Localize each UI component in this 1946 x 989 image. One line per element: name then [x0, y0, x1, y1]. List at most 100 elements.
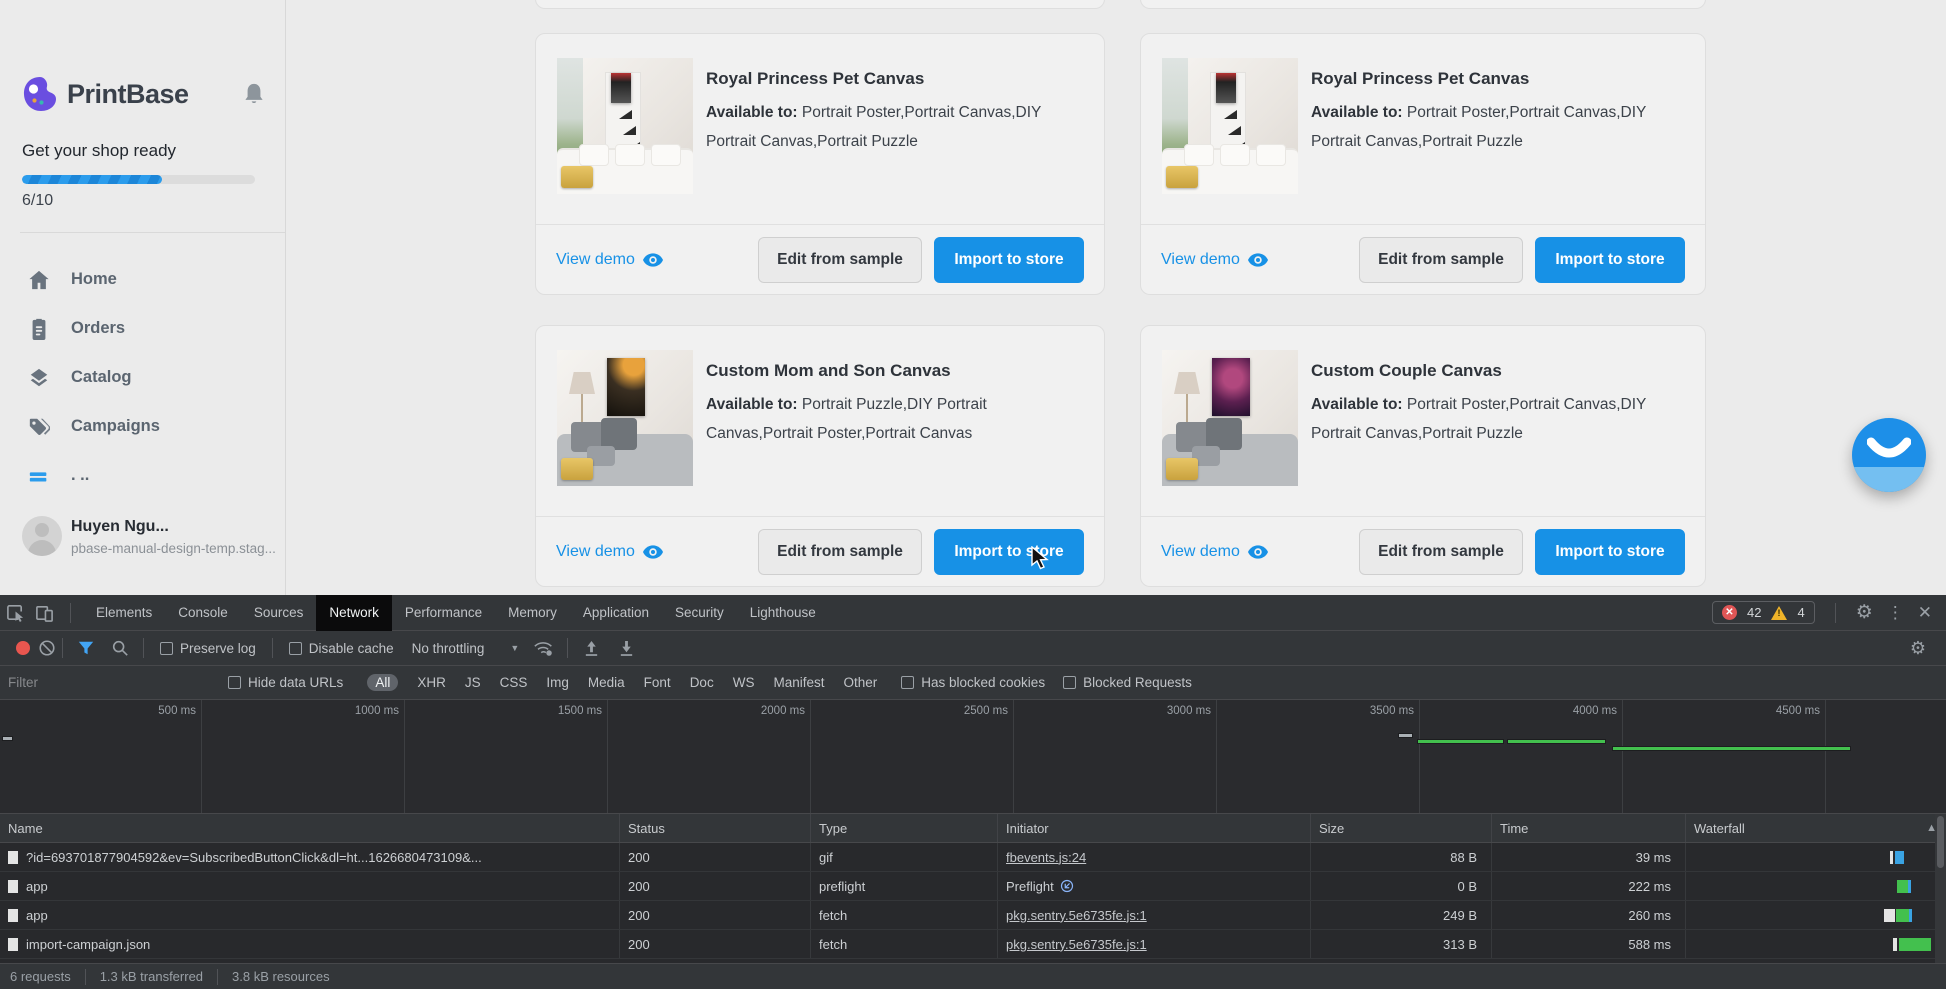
- import-to-store-button[interactable]: Import to store: [1535, 529, 1685, 575]
- hide-data-urls-checkbox[interactable]: Hide data URLs: [228, 675, 343, 690]
- preserve-log-checkbox[interactable]: Preserve log: [160, 641, 256, 656]
- scrollbar-thumb[interactable]: [1937, 816, 1944, 868]
- import-har-icon[interactable]: [583, 640, 600, 657]
- sidebar-item-home[interactable]: Home: [0, 255, 285, 304]
- column-header-type[interactable]: Type: [811, 814, 998, 842]
- devtools-scrollbar[interactable]: [1935, 814, 1946, 963]
- eye-icon: [643, 253, 663, 267]
- type-filter-xhr[interactable]: XHR: [417, 675, 446, 690]
- checkbox-icon: [901, 676, 914, 689]
- preflight-request-icon[interactable]: [1060, 879, 1074, 893]
- sidebar-item-catalog[interactable]: Catalog: [0, 353, 285, 402]
- waterfall-bar: [1899, 938, 1931, 951]
- type-filter-font[interactable]: Font: [644, 675, 671, 690]
- sidebar-item-more[interactable]: . ..: [0, 451, 285, 500]
- network-filterbar: Hide data URLs All XHR JS CSS Img Media …: [0, 666, 1946, 700]
- sidebar-item-campaigns[interactable]: Campaigns: [0, 402, 285, 451]
- request-type: fetch: [811, 930, 998, 958]
- import-to-store-button[interactable]: Import to store: [934, 529, 1084, 575]
- network-settings-gear-icon[interactable]: ⚙: [1910, 638, 1926, 658]
- request-initiator-link[interactable]: fbevents.js:24: [1006, 850, 1086, 865]
- devtools-more-menu-icon[interactable]: ⋮: [1887, 603, 1904, 623]
- network-overview-timeline[interactable]: 500 ms 1000 ms 1500 ms 2000 ms 2500 ms 3…: [0, 700, 1946, 814]
- type-filter-img[interactable]: Img: [546, 675, 569, 690]
- edit-from-sample-button[interactable]: Edit from sample: [758, 237, 922, 283]
- requests-table-header: Name Status Type Initiator Size Time Wat…: [0, 814, 1946, 843]
- mouse-cursor: [1030, 546, 1052, 570]
- disable-cache-checkbox[interactable]: Disable cache: [289, 641, 394, 656]
- search-icon[interactable]: [111, 639, 129, 657]
- tab-lighthouse[interactable]: Lighthouse: [737, 595, 829, 631]
- devtools-settings-gear-icon[interactable]: ⚙: [1856, 601, 1873, 624]
- import-to-store-button[interactable]: Import to store: [1535, 237, 1685, 283]
- warning-count: 4: [1797, 605, 1804, 620]
- tab-console[interactable]: Console: [165, 595, 241, 631]
- console-issues-badge[interactable]: ✕ 42 4: [1712, 601, 1815, 624]
- blocked-requests-checkbox[interactable]: Blocked Requests: [1063, 675, 1192, 690]
- column-header-status[interactable]: Status: [620, 814, 811, 842]
- preserve-log-label: Preserve log: [180, 641, 256, 656]
- device-toolbar-icon[interactable]: [35, 603, 54, 622]
- throttling-value: No throttling: [412, 641, 485, 656]
- column-header-size[interactable]: Size: [1311, 814, 1492, 842]
- user-account[interactable]: Huyen Ngu... pbase-manual-design-temp.st…: [22, 516, 277, 556]
- column-header-initiator[interactable]: Initiator: [998, 814, 1311, 842]
- devtools-close-icon[interactable]: ✕: [1918, 603, 1932, 623]
- tab-security[interactable]: Security: [662, 595, 737, 631]
- request-row[interactable]: import-campaign.json 200 fetch pkg.sentr…: [0, 930, 1946, 959]
- type-filter-doc[interactable]: Doc: [690, 675, 714, 690]
- type-filter-js[interactable]: JS: [465, 675, 481, 690]
- type-filter-ws[interactable]: WS: [733, 675, 755, 690]
- request-row[interactable]: ?id=693701877904592&ev=SubscribedButtonC…: [0, 843, 1946, 872]
- request-initiator-link[interactable]: pkg.sentry.5e6735fe.js:1: [1006, 908, 1147, 923]
- throttling-dropdown[interactable]: No throttling ▼: [412, 641, 520, 656]
- has-blocked-cookies-checkbox[interactable]: Has blocked cookies: [901, 675, 1045, 690]
- filter-input[interactable]: [8, 672, 218, 694]
- tab-application[interactable]: Application: [570, 595, 662, 631]
- request-status: 200: [620, 901, 811, 929]
- request-type-filters: All XHR JS CSS Img Media Font Doc WS Man…: [367, 674, 877, 691]
- type-filter-manifest[interactable]: Manifest: [773, 675, 824, 690]
- view-demo-link[interactable]: View demo: [1161, 251, 1268, 269]
- screen: PrintBase Get your shop ready 6/10 Home …: [0, 0, 1946, 989]
- request-waterfall-cell: [1686, 843, 1946, 871]
- notifications-bell-icon[interactable]: [243, 82, 265, 106]
- view-demo-link[interactable]: View demo: [556, 543, 663, 561]
- tab-elements[interactable]: Elements: [83, 595, 165, 631]
- column-header-name[interactable]: Name: [0, 814, 620, 842]
- filter-funnel-icon[interactable]: [77, 639, 95, 657]
- summary-resources: 3.8 kB resources: [218, 969, 344, 985]
- tab-sources[interactable]: Sources: [241, 595, 317, 631]
- type-filter-other[interactable]: Other: [843, 675, 877, 690]
- chat-widget-button[interactable]: [1852, 418, 1926, 492]
- type-filter-css[interactable]: CSS: [500, 675, 528, 690]
- sidebar-item-orders[interactable]: Orders: [0, 304, 285, 353]
- onboarding-progress-bar: [22, 175, 255, 184]
- request-row[interactable]: app 200 preflight Preflight 0 B 222 ms: [0, 872, 1946, 901]
- edit-from-sample-button[interactable]: Edit from sample: [1359, 529, 1523, 575]
- record-network-log-button[interactable]: [16, 641, 30, 655]
- request-initiator-link[interactable]: pkg.sentry.5e6735fe.js:1: [1006, 937, 1147, 952]
- edit-from-sample-button[interactable]: Edit from sample: [1359, 237, 1523, 283]
- request-size: 313 B: [1311, 930, 1492, 958]
- network-conditions-icon[interactable]: [533, 638, 555, 658]
- view-demo-link[interactable]: View demo: [1161, 543, 1268, 561]
- inspect-element-icon[interactable]: [6, 603, 25, 622]
- export-har-icon[interactable]: [618, 640, 635, 657]
- view-demo-link[interactable]: View demo: [556, 251, 663, 269]
- summary-requests: 6 requests: [0, 969, 86, 985]
- request-row[interactable]: app 200 fetch pkg.sentry.5e6735fe.js:1 2…: [0, 901, 1946, 930]
- column-header-waterfall[interactable]: Waterfall ▲: [1686, 814, 1946, 842]
- column-header-time[interactable]: Time: [1492, 814, 1686, 842]
- request-size: 0 B: [1311, 872, 1492, 900]
- type-filter-all[interactable]: All: [367, 674, 398, 691]
- type-filter-media[interactable]: Media: [588, 675, 625, 690]
- edit-from-sample-button[interactable]: Edit from sample: [758, 529, 922, 575]
- request-waterfall-cell: [1686, 901, 1946, 929]
- clear-network-log-icon[interactable]: [38, 639, 56, 657]
- tab-network[interactable]: Network: [316, 595, 392, 631]
- tab-memory[interactable]: Memory: [495, 595, 570, 631]
- tab-performance[interactable]: Performance: [392, 595, 495, 631]
- import-to-store-button[interactable]: Import to store: [934, 237, 1084, 283]
- home-icon: [28, 269, 50, 291]
